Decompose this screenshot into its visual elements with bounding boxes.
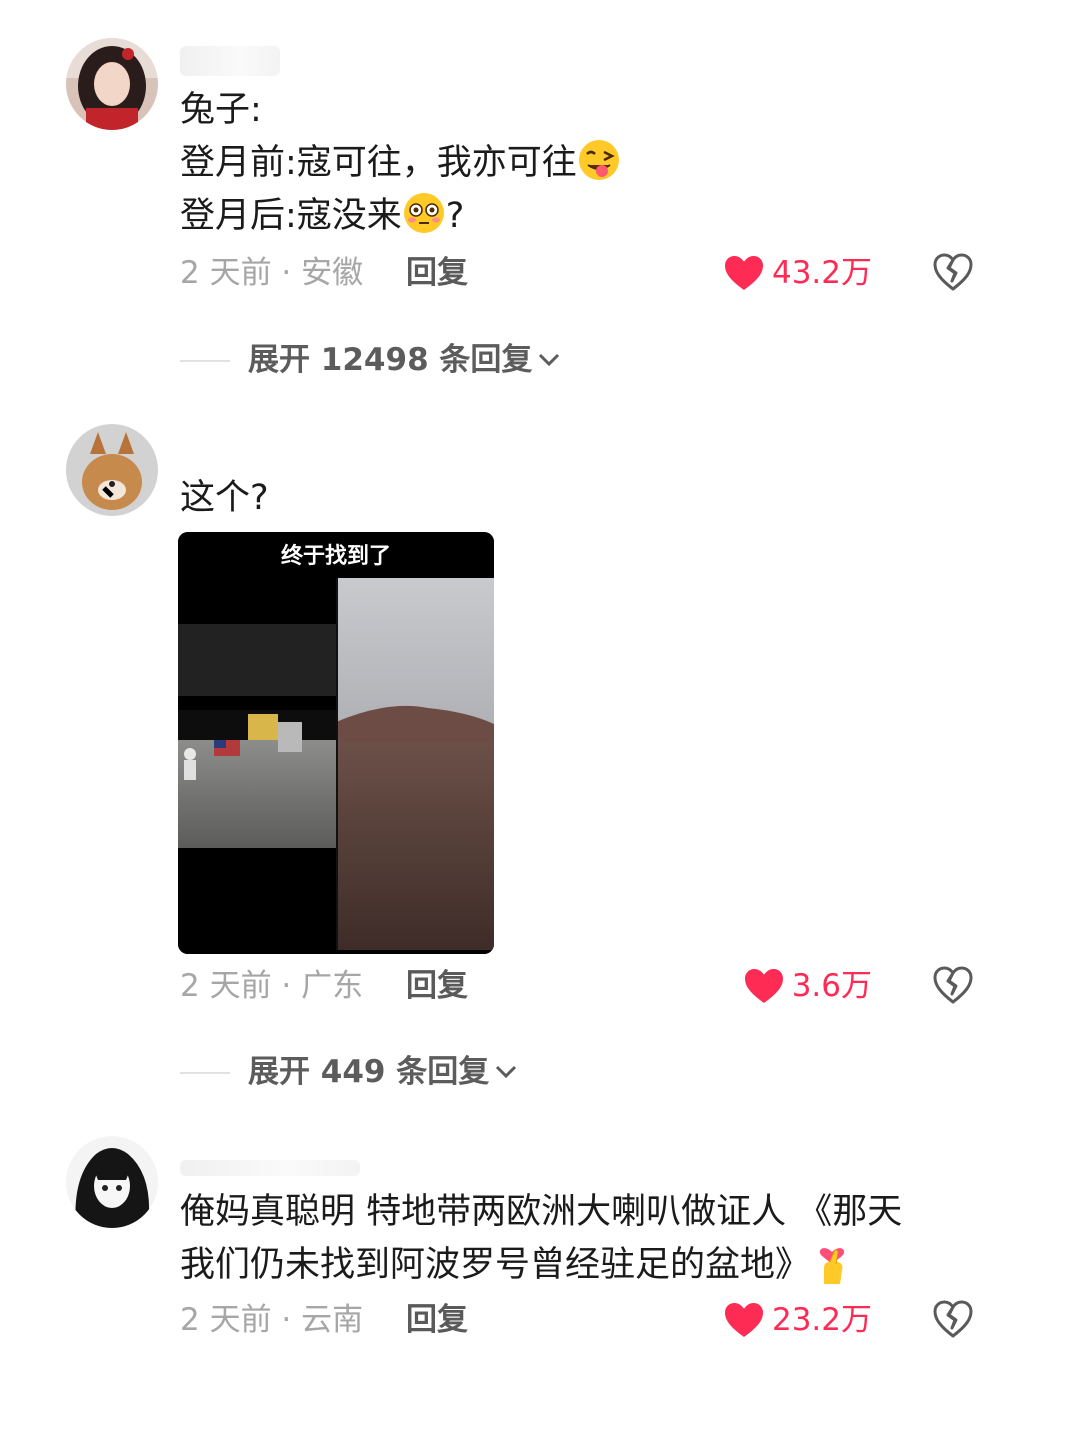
like-button[interactable]: 23.2万 (724, 1300, 872, 1340)
finger-heart-emoji (810, 1240, 854, 1284)
username-placeholder[interactable] (180, 1160, 360, 1176)
like-count: 23.2万 (771, 1302, 872, 1338)
comment-meta: 2 天前 · 云南 回复 23.2万 (180, 1300, 980, 1340)
comment-line: 我们仍未找到阿波罗号曾经驻足的盆地》 (180, 1245, 811, 1285)
heart-icon (724, 1303, 763, 1337)
broken-heart-icon[interactable] (932, 1298, 974, 1340)
comment-text: 俺妈真聪明 特地带两欧洲大喇叭做证人 《那天 我们仍未找到阿波罗号曾经驻足的盆地… (180, 1186, 980, 1292)
comment-line: 俺妈真聪明 特地带两欧洲大喇叭做证人 《那天 (180, 1192, 903, 1232)
comment-3: 俺妈真聪明 特地带两欧洲大喇叭做证人 《那天 我们仍未找到阿波罗号曾经驻足的盆地… (0, 0, 1080, 1443)
time-location: 2 天前 · 云南 (180, 1302, 364, 1338)
reply-button[interactable]: 回复 (406, 1300, 468, 1340)
avatar[interactable] (66, 1136, 158, 1228)
